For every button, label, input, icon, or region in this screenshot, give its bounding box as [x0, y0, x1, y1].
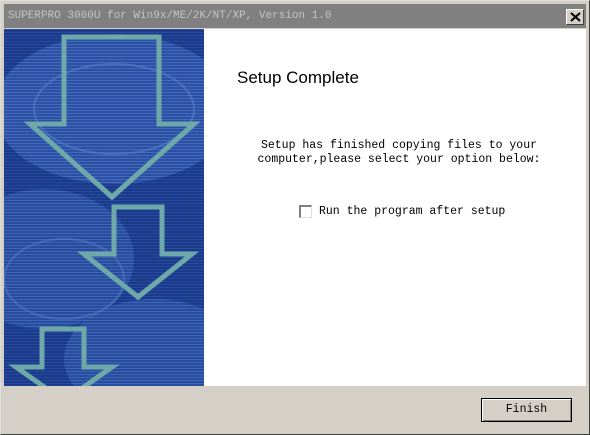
- run-program-label[interactable]: Run the program after setup: [319, 205, 505, 218]
- setup-dialog-window: SUPERPRO 3000U for Win9x/ME/2K/NT/XP, Ve…: [0, 0, 590, 435]
- dialog-footer: Finish: [4, 386, 586, 431]
- setup-banner-graphic: [4, 29, 204, 386]
- banner-artwork: [4, 29, 204, 386]
- close-button[interactable]: [566, 9, 584, 25]
- completion-message: Setup has finished copying files to your…: [234, 139, 564, 167]
- message-line: Setup has finished copying files to your: [260, 139, 538, 152]
- window-title: SUPERPRO 3000U for Win9x/ME/2K/NT/XP, Ve…: [8, 10, 332, 22]
- run-program-checkbox[interactable]: [299, 205, 312, 218]
- finish-button[interactable]: Finish: [481, 398, 572, 422]
- page-title: Setup Complete: [237, 68, 359, 87]
- message-line: computer,please select your option below…: [257, 153, 541, 166]
- close-icon: [570, 12, 581, 22]
- content-panel: Setup Complete Setup has finished copyin…: [204, 29, 586, 386]
- title-bar[interactable]: SUPERPRO 3000U for Win9x/ME/2K/NT/XP, Ve…: [4, 4, 586, 28]
